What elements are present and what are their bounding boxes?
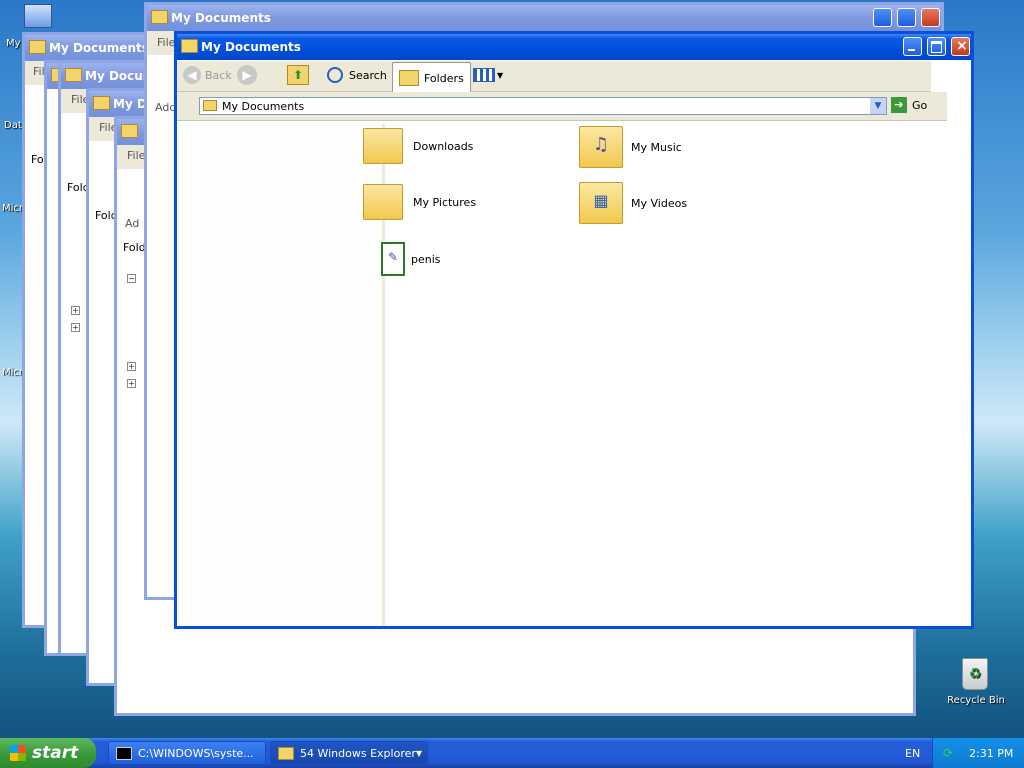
chevron-down-icon: ▼	[415, 748, 422, 758]
close-button[interactable]: ×	[951, 37, 970, 56]
tree-expand-toggle[interactable]: +	[71, 323, 80, 332]
address-label: Ad	[125, 217, 140, 230]
chevron-down-icon: ▼	[497, 70, 504, 80]
window-titlebar[interactable]: My Documents ×	[177, 34, 971, 60]
address-field[interactable]: My Documents ▼	[199, 97, 887, 115]
folder-tree-pane[interactable]	[177, 124, 385, 626]
forward-arrow-icon: ▶	[237, 65, 257, 85]
network-icon[interactable]: ⟳	[943, 746, 953, 760]
windows-logo-icon	[10, 745, 26, 761]
music-folder-icon: ♫	[579, 126, 623, 168]
go-button[interactable]: ➔ Go	[891, 97, 927, 113]
explorer-window[interactable]: My Documents × ◀ Back ▶ ⬆ Search Folders…	[174, 31, 974, 629]
close-icon: ×	[956, 38, 968, 54]
folders-icon	[399, 70, 419, 86]
recycle-bin-icon: ♻	[962, 658, 988, 690]
back-arrow-icon: ◀	[183, 66, 201, 84]
minimize-button[interactable]	[903, 37, 922, 56]
tree-expand-toggle[interactable]: −	[127, 274, 136, 283]
close-button[interactable]	[921, 8, 940, 27]
pictures-folder-icon	[363, 184, 403, 220]
address-bar: My Documents ▼ ➔ Go	[177, 92, 947, 121]
folders-button[interactable]: Folders	[392, 62, 471, 94]
minimize-icon	[908, 49, 915, 51]
start-button[interactable]: start	[0, 738, 96, 768]
folder-icon	[203, 100, 217, 111]
list-item[interactable]: ▦ My Videos	[579, 182, 687, 224]
toolbar: ◀ Back ▶ ⬆ Search Folders ▼	[177, 61, 931, 94]
desktop-icon-data[interactable]: Dat	[4, 120, 22, 131]
desktop-icon-microsoft-1[interactable]: Micr	[2, 203, 23, 214]
up-folder-icon: ⬆	[287, 65, 309, 85]
system-tray: ⟳ 2:31 PM	[932, 738, 1024, 768]
list-item[interactable]: Downloads	[363, 128, 473, 164]
folder-icon	[65, 68, 82, 82]
computer-icon	[24, 4, 52, 28]
desktop-icon-microsoft-2[interactable]: Micr	[2, 367, 23, 378]
tree-expand-toggle[interactable]: +	[127, 362, 136, 371]
go-arrow-icon: ➔	[891, 97, 907, 113]
views-button[interactable]: ▼	[473, 61, 503, 89]
folder-icon	[181, 39, 198, 53]
folder-icon	[93, 96, 110, 110]
forward-button[interactable]: ▶	[237, 61, 257, 89]
maximize-button[interactable]	[927, 37, 946, 56]
tree-expand-toggle[interactable]: +	[71, 306, 80, 315]
folder-icon	[363, 128, 403, 164]
folders-pane-title: Fo	[31, 153, 44, 166]
language-indicator[interactable]: EN	[905, 747, 920, 760]
minimize-button[interactable]	[873, 8, 892, 27]
maximize-icon	[931, 41, 942, 53]
folder-icon	[29, 40, 46, 54]
maximize-button[interactable]	[897, 8, 916, 27]
folder-icon	[151, 10, 168, 24]
window-titlebar[interactable]: My Documents	[147, 5, 941, 31]
clock: 2:31 PM	[969, 747, 1014, 760]
back-button[interactable]: ◀ Back	[183, 61, 232, 89]
list-item[interactable]: ♫ My Music	[579, 126, 682, 168]
search-icon	[327, 67, 343, 83]
folder-icon	[278, 746, 294, 760]
image-file-icon: ✎	[381, 242, 405, 276]
list-item[interactable]: My Pictures	[363, 184, 476, 220]
folder-icon	[121, 124, 138, 138]
list-item[interactable]: ✎ penis	[381, 242, 441, 276]
desktop-icon-recycle-bin[interactable]: ♻ Recycle Bin	[944, 656, 1008, 710]
address-dropdown-button[interactable]: ▼	[870, 98, 886, 114]
cmd-icon	[116, 746, 132, 760]
window-title: My Documents	[201, 40, 301, 54]
taskbar-button-cmd[interactable]: C:\WINDOWS\syste...	[108, 741, 266, 765]
folders-pane-title: Fold	[123, 241, 146, 254]
tree-expand-toggle[interactable]: +	[127, 379, 136, 388]
up-folder-button[interactable]: ⬆	[287, 61, 309, 89]
videos-folder-icon: ▦	[579, 182, 623, 224]
views-icon	[473, 68, 495, 82]
search-button[interactable]: Search	[327, 61, 387, 89]
taskbar-button-explorer-group[interactable]: 54 Windows Explorer ▼	[270, 741, 428, 765]
